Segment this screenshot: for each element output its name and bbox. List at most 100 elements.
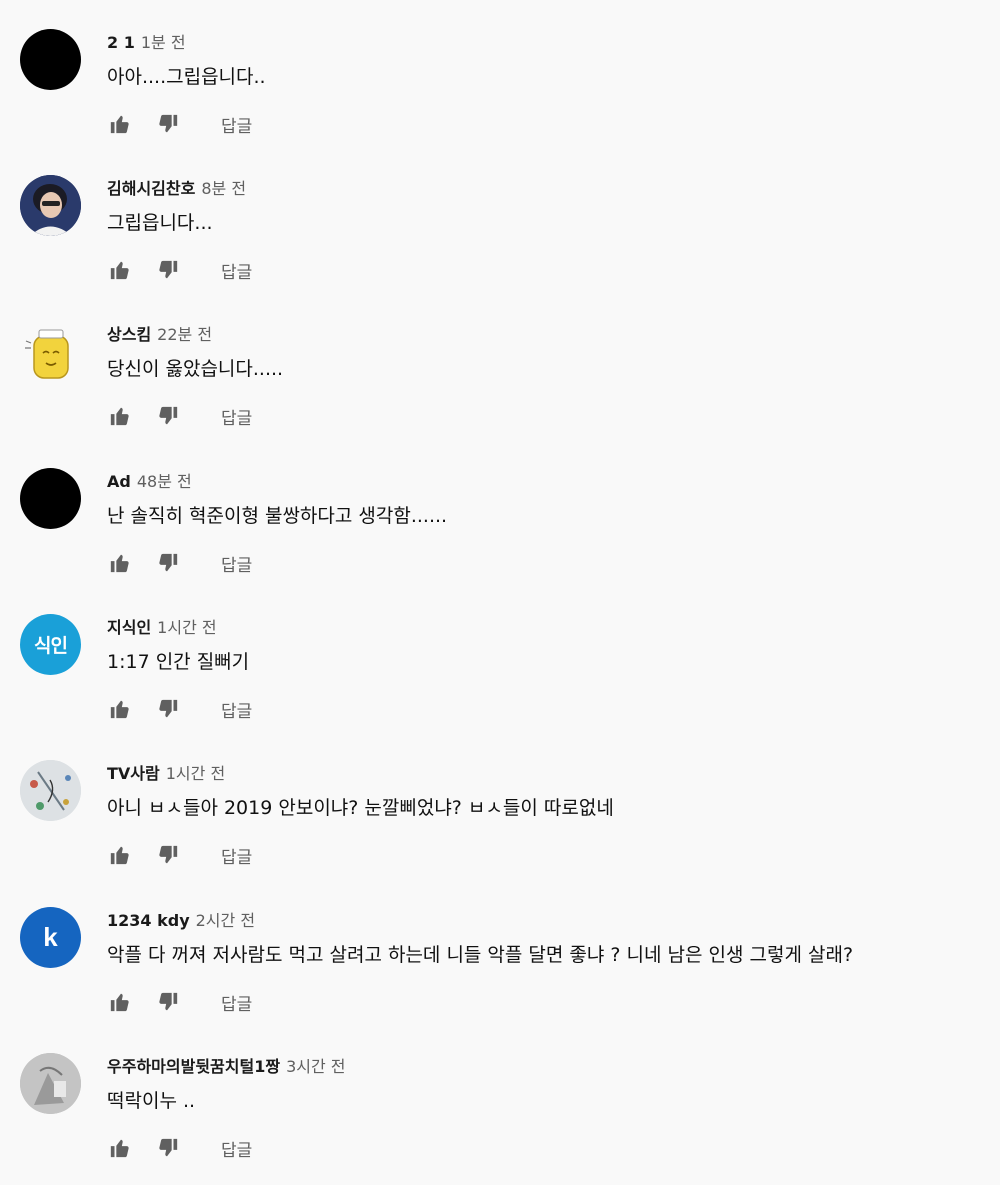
- comment-header: 1234 kdy 2시간 전: [107, 911, 255, 931]
- thumbs-down-icon: [159, 845, 178, 864]
- reply-button[interactable]: 답글: [221, 404, 252, 429]
- comment-header: 우주하마의발뒷꿈치털1짱 3시간 전: [107, 1057, 346, 1077]
- comment-timestamp[interactable]: 8분 전: [201, 179, 246, 198]
- comment-actions: 답글: [107, 550, 252, 576]
- comment-actions: 답글: [107, 403, 252, 429]
- comment-author[interactable]: TV사람: [107, 764, 160, 783]
- thumbs-up-icon: [110, 261, 129, 280]
- comment-text: 아아....그립읍니다..: [107, 66, 266, 88]
- comment-header: TV사람 1시간 전: [107, 764, 225, 784]
- reply-button[interactable]: 답글: [221, 258, 252, 283]
- comment-author[interactable]: 지식인: [107, 618, 151, 637]
- dislike-button[interactable]: [155, 257, 181, 283]
- dislike-button[interactable]: [155, 403, 181, 429]
- text-avatar[interactable]: 식인: [20, 614, 81, 675]
- comment-text: 당신이 옳았습니다.....: [107, 358, 284, 380]
- comment-text: 떡락이누 ..: [107, 1090, 196, 1112]
- gray-photo-avatar[interactable]: [20, 1053, 81, 1114]
- dislike-button[interactable]: [155, 550, 181, 576]
- like-button[interactable]: [107, 111, 133, 137]
- yellow-jar-icon: [25, 329, 69, 379]
- thumbs-up-icon: [110, 554, 129, 573]
- thumbs-down-icon: [159, 1138, 178, 1157]
- comment-text: 난 솔직히 혁준이형 불쌍하다고 생각함......: [107, 505, 448, 527]
- comment-actions: 답글: [107, 111, 252, 137]
- thumbs-down-icon: [159, 699, 178, 718]
- dislike-button[interactable]: [155, 111, 181, 137]
- comment-timestamp[interactable]: 3시간 전: [286, 1057, 345, 1076]
- black-circle-avatar[interactable]: [20, 29, 81, 90]
- avatar-letter: 식인: [34, 635, 68, 657]
- thumbs-up-icon: [110, 700, 129, 719]
- comment-text: 그립읍니다...: [107, 212, 213, 234]
- comment-timestamp[interactable]: 1시간 전: [166, 764, 225, 783]
- reply-button[interactable]: 답글: [221, 551, 252, 576]
- thumbs-up-icon: [110, 846, 129, 865]
- comment-actions: 답글: [107, 1135, 252, 1161]
- thumbs-down-icon: [159, 406, 178, 425]
- comment-author[interactable]: 2 1: [107, 33, 135, 52]
- comment-item: 우주하마의발뒷꿈치털1짱 3시간 전 떡락이누 .. 답글: [0, 1024, 1000, 1170]
- comment-item: Ad 48분 전 난 솔직히 혁준이형 불쌍하다고 생각함...... 답글: [0, 439, 1000, 585]
- like-button[interactable]: [107, 1135, 133, 1161]
- comment-item: 상스킴 22분 전 당신이 옳았습니다..... 답글: [0, 292, 1000, 438]
- gray-photo-icon: [20, 1053, 81, 1114]
- comment-author[interactable]: 우주하마의발뒷꿈치털1짱: [107, 1057, 280, 1076]
- reply-button[interactable]: 답글: [221, 1136, 252, 1161]
- comment-actions: 답글: [107, 842, 252, 868]
- comment-author[interactable]: 김해시김찬호: [107, 179, 195, 198]
- thumbs-down-icon: [159, 992, 178, 1011]
- like-button[interactable]: [107, 403, 133, 429]
- comment-author[interactable]: Ad: [107, 472, 131, 491]
- thumbs-down-icon: [159, 260, 178, 279]
- comment-timestamp[interactable]: 1분 전: [141, 33, 186, 52]
- thumbs-up-icon: [110, 407, 129, 426]
- comment-list: 2 1 1분 전 아아....그립읍니다.. 답글 김해시김찬호 8분 전 그립읍니…: [0, 0, 1000, 1185]
- comment-text: 1:17 인간 질뻐기: [107, 651, 250, 673]
- comment-timestamp[interactable]: 22분 전: [157, 325, 212, 344]
- thumbs-down-icon: [159, 114, 178, 133]
- like-button[interactable]: [107, 550, 133, 576]
- letter-avatar[interactable]: k: [20, 907, 81, 968]
- thumbs-down-icon: [159, 553, 178, 572]
- dislike-button[interactable]: [155, 842, 181, 868]
- comment-header: 지식인 1시간 전: [107, 618, 217, 638]
- comment-item: 김해시김찬호 8분 전 그립읍니다... 답글: [0, 146, 1000, 292]
- reply-button[interactable]: 답글: [221, 112, 252, 137]
- reply-button[interactable]: 답글: [221, 697, 252, 722]
- comment-actions: 답글: [107, 989, 252, 1015]
- comment-item: 2 1 1분 전 아아....그립읍니다.. 답글: [0, 0, 1000, 146]
- yellow-jar-character-avatar[interactable]: [20, 321, 81, 382]
- comment-header: Ad 48분 전: [107, 472, 192, 492]
- person-photo-avatar[interactable]: [20, 175, 81, 236]
- like-button[interactable]: [107, 842, 133, 868]
- comment-item: k 1234 kdy 2시간 전 악플 다 꺼져 저사람도 먹고 살려고 하는데 …: [0, 878, 1000, 1024]
- like-button[interactable]: [107, 696, 133, 722]
- like-button[interactable]: [107, 989, 133, 1015]
- comment-header: 상스킴 22분 전: [107, 325, 212, 345]
- comment-timestamp[interactable]: 48분 전: [137, 472, 192, 491]
- dislike-button[interactable]: [155, 1135, 181, 1161]
- dislike-button[interactable]: [155, 989, 181, 1015]
- black-circle-avatar[interactable]: [20, 468, 81, 529]
- sketch-avatar[interactable]: [20, 760, 81, 821]
- sketch-icon: [20, 760, 81, 821]
- comment-timestamp[interactable]: 2시간 전: [196, 911, 255, 930]
- thumbs-up-icon: [110, 1139, 129, 1158]
- comment-timestamp[interactable]: 1시간 전: [157, 618, 216, 637]
- comment-item: 식인 지식인 1시간 전 1:17 인간 질뻐기 답글: [0, 585, 1000, 731]
- comment-actions: 답글: [107, 696, 252, 722]
- comment-author[interactable]: 1234 kdy: [107, 911, 190, 930]
- like-button[interactable]: [107, 257, 133, 283]
- comment-item: TV사람 1시간 전 아니 ㅂㅅ들아 2019 안보이냐? 눈깔삐었냐? ㅂㅅ들이…: [0, 731, 1000, 877]
- comment-author[interactable]: 상스킴: [107, 325, 151, 344]
- reply-button[interactable]: 답글: [221, 990, 252, 1015]
- person-photo-icon: [20, 175, 81, 236]
- reply-button[interactable]: 답글: [221, 843, 252, 868]
- comment-header: 김해시김찬호 8분 전: [107, 179, 246, 199]
- dislike-button[interactable]: [155, 696, 181, 722]
- comment-text: 아니 ㅂㅅ들아 2019 안보이냐? 눈깔삐었냐? ㅂㅅ들이 따로없네: [107, 797, 614, 819]
- thumbs-up-icon: [110, 115, 129, 134]
- thumbs-up-icon: [110, 993, 129, 1012]
- comment-actions: 답글: [107, 257, 252, 283]
